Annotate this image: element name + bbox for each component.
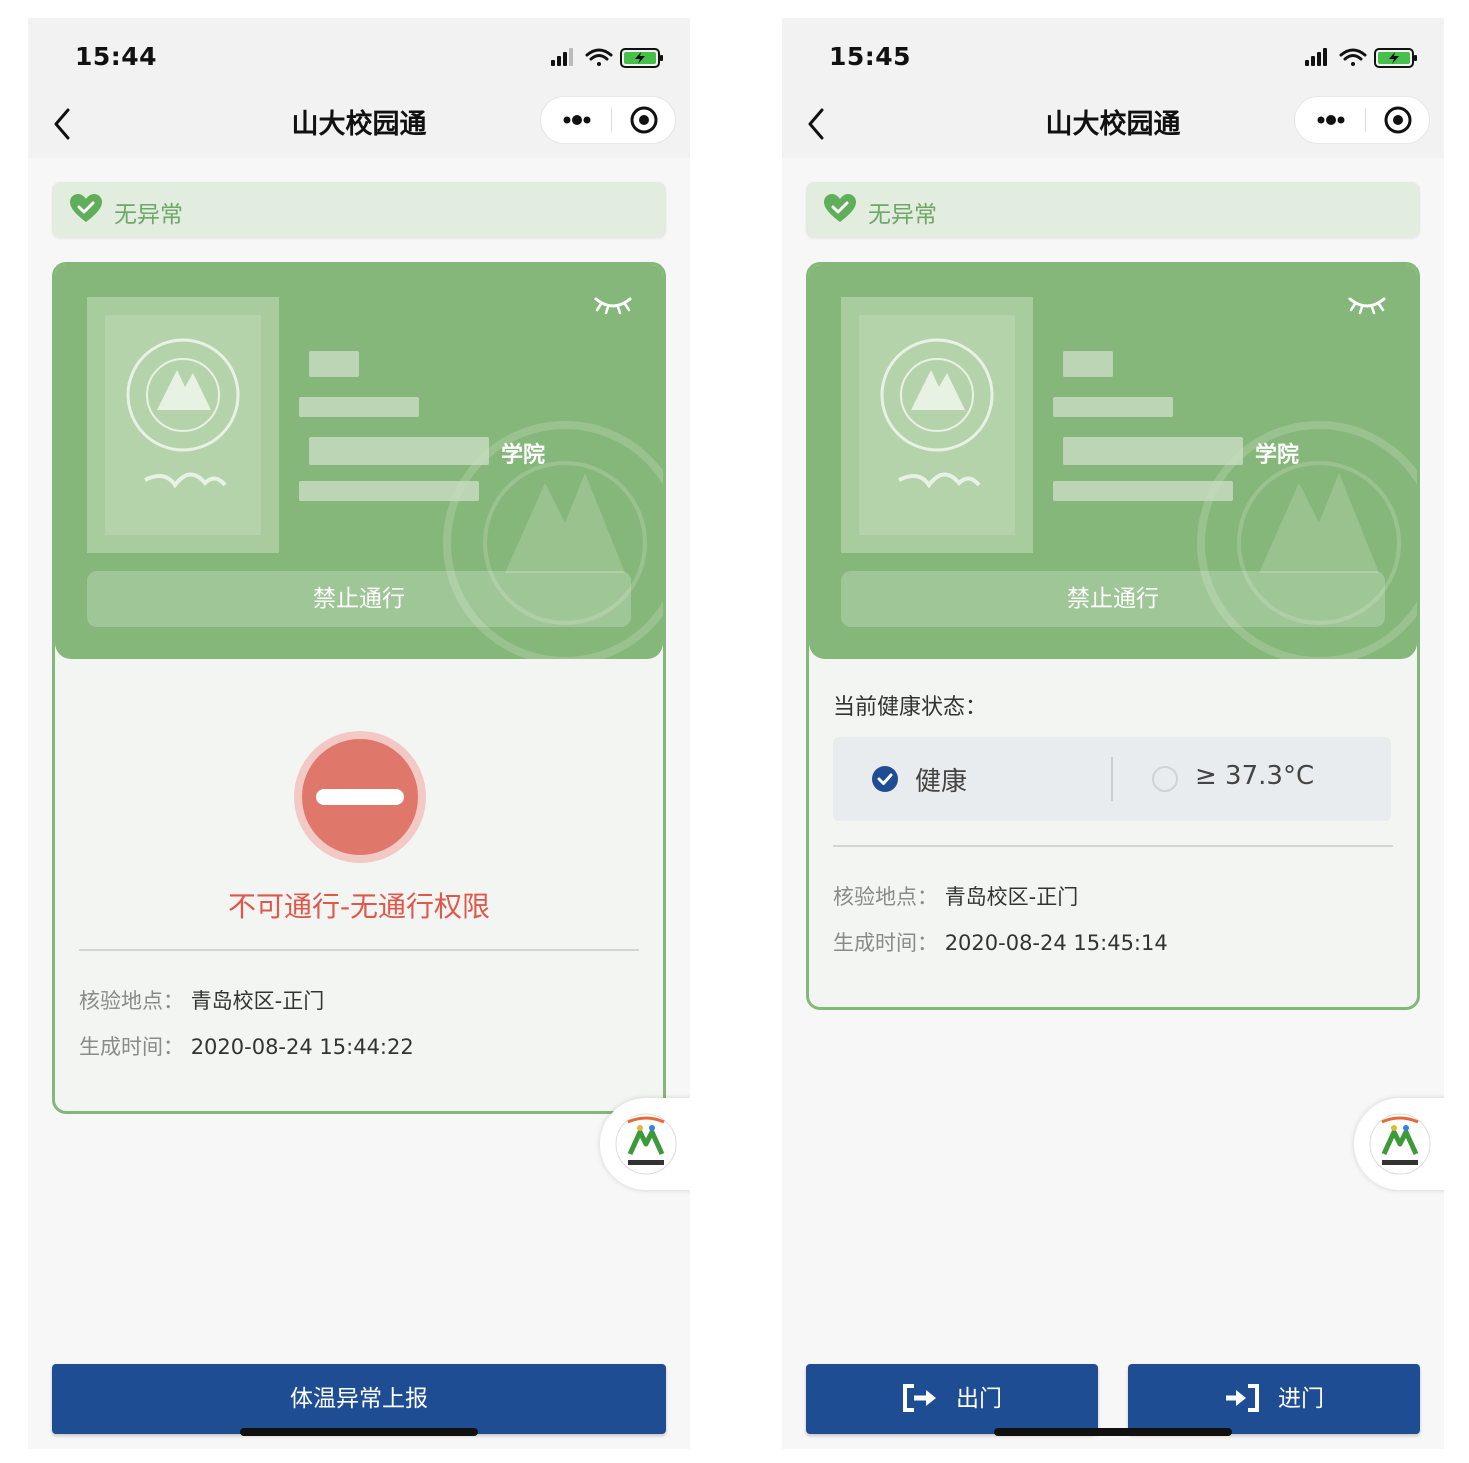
divider [79,949,639,951]
battery-icon [620,48,663,68]
location-row: 核验地点： 青岛校区-正门 [79,985,324,1015]
signal-icon [1305,48,1327,66]
college-label: 学院 [1255,443,1300,468]
health-option-fever[interactable]: ≥ 37.3°C [1151,759,1371,799]
target-icon[interactable] [1367,97,1429,143]
status-text: 无异常 [868,202,937,228]
redacted-college [309,437,489,465]
healthy-shandong-logo-icon [615,1113,677,1175]
status-banner: 无异常 [52,182,666,238]
exit-icon [903,1383,936,1412]
wifi-icon [585,48,613,66]
no-entry-icon [294,731,426,863]
phone-screen-left: 15:44 山大校园通 无异常 学院 禁止通行 不可通行-无通行权限 核验地点：… [28,18,690,1449]
pass-card: 学院 禁止通行 当前健康状态： 健康 ≥ 37.3°C 核验地点： 青岛校区-正… [806,262,1420,1010]
location-value: 青岛校区-正门 [190,989,325,1013]
redacted-name [1063,351,1113,377]
photo-placeholder [841,297,1033,553]
deny-message: 不可通行-无通行权限 [227,890,491,923]
temperature-report-label: 体温异常上报 [290,1386,428,1412]
health-option-healthy[interactable]: 健康 [871,759,1111,799]
capsule-divider [1365,108,1366,132]
redacted-college [1063,437,1243,465]
status-banner: 无异常 [806,182,1420,238]
status-icons [551,48,663,68]
redacted-name [309,351,359,377]
more-icon[interactable] [1295,97,1367,143]
option-separator [1111,757,1113,801]
time-label: 生成时间： [79,1035,184,1059]
university-logo [126,338,240,489]
miniprogram-capsule [540,96,676,144]
healthy-shandong-logo-icon [1369,1113,1431,1175]
eye-closed-icon[interactable] [1347,293,1387,315]
time-label: 生成时间： [833,931,938,955]
location-label: 核验地点： [79,989,184,1013]
enter-label: 进门 [1278,1386,1324,1412]
target-icon[interactable] [613,97,675,143]
heart-check-icon [70,194,102,222]
exit-gate-button[interactable]: 出门 [806,1364,1098,1434]
temperature-report-button[interactable]: 体温异常上报 [52,1364,666,1434]
divider [833,845,1393,847]
pass-card: 学院 禁止通行 不可通行-无通行权限 核验地点： 青岛校区-正门 生成时间： 2… [52,262,666,1114]
radio-icon [1152,766,1178,792]
location-value: 青岛校区-正门 [944,885,1079,909]
location-row: 核验地点： 青岛校区-正门 [833,881,1078,911]
eye-closed-icon[interactable] [593,293,633,315]
top-bar: 15:45 山大校园通 [782,18,1444,158]
floating-logo-button[interactable] [1354,1098,1444,1190]
photo-placeholder [87,297,279,553]
time-value: 2020-08-24 15:44:22 [190,1035,414,1059]
redacted-major [299,481,479,501]
floating-logo-button[interactable] [600,1098,690,1190]
check-icon [872,766,898,792]
heart-check-icon [824,194,856,222]
enter-gate-button[interactable]: 进门 [1128,1364,1420,1434]
health-option-label: ≥ 37.3°C [1195,761,1315,791]
enter-icon [1226,1383,1259,1412]
status-text: 无异常 [114,202,183,228]
no-pass-button[interactable]: 禁止通行 [841,571,1385,627]
no-pass-button[interactable]: 禁止通行 [87,571,631,627]
time-value: 2020-08-24 15:45:14 [944,931,1168,955]
wifi-icon [1339,48,1367,66]
health-status-label: 当前健康状态： [833,695,988,720]
generated-time-row: 生成时间： 2020-08-24 15:45:14 [833,927,1168,957]
exit-label: 出门 [956,1386,1002,1412]
status-time: 15:44 [75,42,158,71]
redacted-id [1053,397,1173,417]
health-option-label: 健康 [915,767,968,797]
photo-inner [105,315,261,535]
capsule-divider [611,108,612,132]
university-logo [880,338,994,489]
status-icons [1305,48,1417,68]
miniprogram-capsule [1294,96,1430,144]
health-status-selector: 健康 ≥ 37.3°C [833,737,1391,821]
signal-icon [551,48,573,66]
top-bar: 15:44 山大校园通 [28,18,690,158]
generated-time-row: 生成时间： 2020-08-24 15:44:22 [79,1031,414,1061]
card-header: 学院 禁止通行 [809,265,1417,659]
redacted-major [1053,481,1233,501]
phone-screen-right: 15:45 山大校园通 无异常 学院 禁止通行 当前健康状态： 健康 ≥ 37.… [782,18,1444,1449]
card-header: 学院 禁止通行 [55,265,663,659]
location-label: 核验地点： [833,885,938,909]
home-indicator [994,1428,1232,1436]
battery-icon [1374,48,1417,68]
photo-inner [859,315,1015,535]
more-icon[interactable] [541,97,613,143]
home-indicator [240,1428,478,1436]
redacted-id [299,397,419,417]
college-label: 学院 [501,443,546,468]
status-time: 15:45 [829,42,912,71]
